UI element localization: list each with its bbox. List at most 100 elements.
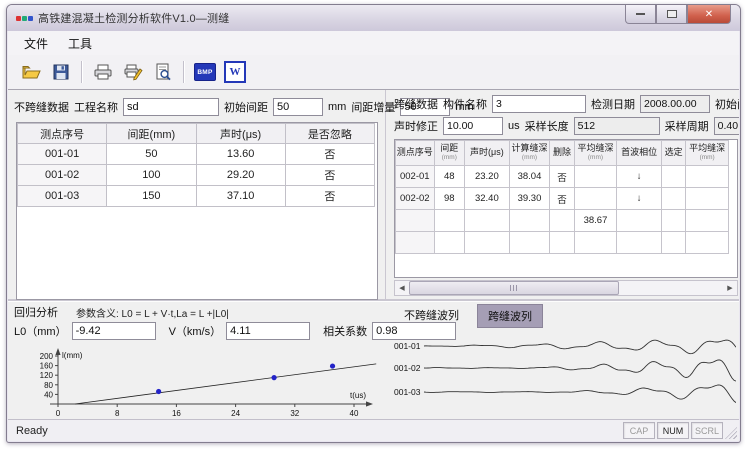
panel-regression: 回归分析 参数含义: L0 = L + V·t,La = L +|L0| L0（… bbox=[12, 304, 384, 420]
initial-spacing-label: 初始间距 bbox=[224, 99, 268, 115]
client-area: 不跨缝数据 工程名称 初始间距 mm 间距增量 mm 测点序号间距(mm)声时(… bbox=[8, 89, 739, 420]
panel-cross-data: 跨缝数据 构件名称 检测日期 初始间距 mm 声时修正 us 采样长度 采样周期 bbox=[390, 90, 738, 299]
toolbar-separator bbox=[183, 61, 185, 83]
trace-label: 001-01 bbox=[394, 341, 421, 351]
component-name-input[interactable] bbox=[492, 95, 586, 113]
test-date-input[interactable] bbox=[640, 95, 710, 113]
wave-tabs: 不跨缝波列 跨缝波列 bbox=[394, 304, 543, 328]
cross-table-box: 测点序号间距(mm)声时(μs)计算缝深(mm)删除平均缝深(mm)首波相位选定… bbox=[394, 139, 738, 278]
caps-lock-indicator: CAP bbox=[623, 422, 655, 439]
app-icon bbox=[16, 16, 33, 21]
menu-tools[interactable]: 工具 bbox=[60, 32, 100, 55]
scrollbar-thumb[interactable] bbox=[409, 281, 619, 295]
table-row[interactable]: 001-0210029.20否 bbox=[18, 165, 375, 186]
title-bar[interactable]: 高铁建混凝土检测分析软件V1.0—测缝 ✕ bbox=[7, 5, 740, 31]
svg-text:80: 80 bbox=[44, 381, 53, 390]
svg-text:16: 16 bbox=[172, 409, 181, 418]
scroll-right-arrow[interactable]: ▶ bbox=[723, 282, 737, 294]
export-bmp-button[interactable]: BMP bbox=[190, 58, 220, 86]
cross-table-hscrollbar[interactable]: ◀ ▶ bbox=[394, 280, 738, 296]
table-row[interactable]: 002-014823.2038.04否↓ bbox=[396, 166, 729, 188]
table-row[interactable]: 002-029832.4039.30否↓ bbox=[396, 188, 729, 210]
v-input[interactable] bbox=[226, 322, 310, 340]
noncross-table: 测点序号间距(mm)声时(μs)是否忽略001-015013.60否001-02… bbox=[17, 123, 375, 207]
svg-text:0: 0 bbox=[56, 409, 61, 418]
initial-spacing-unit: mm bbox=[328, 101, 346, 113]
print-preview-icon bbox=[153, 62, 173, 82]
project-name-input[interactable] bbox=[123, 98, 219, 116]
close-button[interactable]: ✕ bbox=[687, 5, 731, 24]
desktop: 高铁建混凝土检测分析软件V1.0—测缝 ✕ 文件 工具 bbox=[0, 0, 745, 456]
print-button[interactable] bbox=[88, 58, 118, 86]
l0-input[interactable] bbox=[72, 322, 156, 340]
spacing-increment-label: 间距增量 bbox=[351, 99, 395, 115]
tab-noncross-waves[interactable]: 不跨缝波列 bbox=[394, 304, 469, 326]
scroll-left-arrow[interactable]: ◀ bbox=[395, 282, 409, 294]
v-label: V（km/s） bbox=[169, 323, 222, 339]
maximize-button[interactable] bbox=[656, 5, 687, 24]
waveform-trace bbox=[424, 360, 736, 381]
noncross-table-box: 测点序号间距(mm)声时(μs)是否忽略001-015013.60否001-02… bbox=[16, 122, 378, 300]
menu-file[interactable]: 文件 bbox=[16, 32, 56, 55]
column-header: 是否忽略 bbox=[285, 124, 374, 144]
export-word-button[interactable]: W bbox=[220, 58, 250, 86]
waveform-display: 001-01001-02001-03 bbox=[394, 330, 736, 420]
column-header: 间距(mm) bbox=[434, 141, 464, 166]
sample-length-input[interactable] bbox=[574, 117, 660, 135]
column-header: 平均缝深(mm) bbox=[686, 141, 729, 166]
project-name-label: 工程名称 bbox=[74, 99, 118, 115]
cross-table: 测点序号间距(mm)声时(μs)计算缝深(mm)删除平均缝深(mm)首波相位选定… bbox=[395, 140, 729, 254]
printer-setup-icon bbox=[123, 62, 143, 82]
svg-text:t(us): t(us) bbox=[350, 391, 366, 400]
regression-group-label: 回归分析 bbox=[14, 304, 58, 320]
column-header: 删除 bbox=[550, 141, 574, 166]
noncross-group-label: 不跨缝数据 bbox=[14, 99, 69, 115]
time-correction-input[interactable] bbox=[443, 117, 503, 135]
vertical-splitter[interactable] bbox=[385, 90, 386, 299]
scroll-lock-indicator: SCRL bbox=[691, 422, 723, 439]
print-preview-button[interactable] bbox=[148, 58, 178, 86]
svg-text:160: 160 bbox=[40, 362, 54, 371]
printer-icon bbox=[93, 62, 113, 82]
svg-text:24: 24 bbox=[231, 409, 240, 418]
table-row[interactable]: 001-015013.60否 bbox=[18, 144, 375, 165]
svg-text:l(mm): l(mm) bbox=[62, 351, 83, 360]
test-date-label: 检测日期 bbox=[591, 96, 635, 112]
cross-group-label: 跨缝数据 bbox=[394, 96, 438, 112]
regression-chart: 40801201602000816243240l(mm)t(us) bbox=[14, 346, 380, 420]
column-header: 测点序号 bbox=[18, 124, 107, 144]
window-title: 高铁建混凝土检测分析软件V1.0—测缝 bbox=[38, 10, 229, 26]
status-bar: Ready CAP NUM SCRL bbox=[8, 419, 739, 441]
svg-text:40: 40 bbox=[44, 390, 53, 399]
save-button[interactable] bbox=[46, 58, 76, 86]
save-floppy-icon bbox=[52, 63, 70, 81]
open-button[interactable] bbox=[16, 58, 46, 86]
waveform-trace bbox=[424, 340, 736, 354]
column-header: 声时(μs) bbox=[465, 141, 510, 166]
resize-grip-icon[interactable] bbox=[725, 427, 737, 439]
toolbar: BMP W bbox=[8, 55, 739, 90]
word-icon: W bbox=[224, 61, 246, 83]
tab-cross-waves[interactable]: 跨缝波列 bbox=[477, 304, 543, 328]
open-folder-icon bbox=[21, 62, 41, 82]
table-row[interactable]: 38.67 bbox=[396, 210, 729, 232]
minimize-button[interactable] bbox=[625, 5, 656, 24]
svg-text:200: 200 bbox=[40, 352, 54, 361]
sample-period-input[interactable] bbox=[714, 117, 739, 135]
panel-noncross-data: 不跨缝数据 工程名称 初始间距 mm 间距增量 mm 测点序号间距(mm)声时(… bbox=[12, 94, 384, 298]
table-row[interactable]: 001-0315037.10否 bbox=[18, 186, 375, 207]
column-header: 首波相位 bbox=[617, 141, 662, 166]
svg-text:120: 120 bbox=[40, 371, 54, 380]
l0-label: L0（mm） bbox=[14, 323, 67, 339]
initial-spacing-input[interactable] bbox=[273, 98, 323, 116]
table-row[interactable] bbox=[396, 232, 729, 254]
svg-text:32: 32 bbox=[290, 409, 299, 418]
component-name-label: 构件名称 bbox=[443, 96, 487, 112]
trace-label: 001-03 bbox=[394, 387, 421, 397]
waveform-trace bbox=[424, 385, 736, 403]
time-correction-unit: us bbox=[508, 120, 520, 132]
formula-label: 参数含义: L0 = L + V·t,La = L +|L0| bbox=[76, 305, 229, 320]
print-setup-button[interactable] bbox=[118, 58, 148, 86]
cross-initial-spacing-label: 初始间距 bbox=[715, 96, 739, 112]
app-window: 高铁建混凝土检测分析软件V1.0—测缝 ✕ 文件 工具 bbox=[6, 4, 741, 443]
